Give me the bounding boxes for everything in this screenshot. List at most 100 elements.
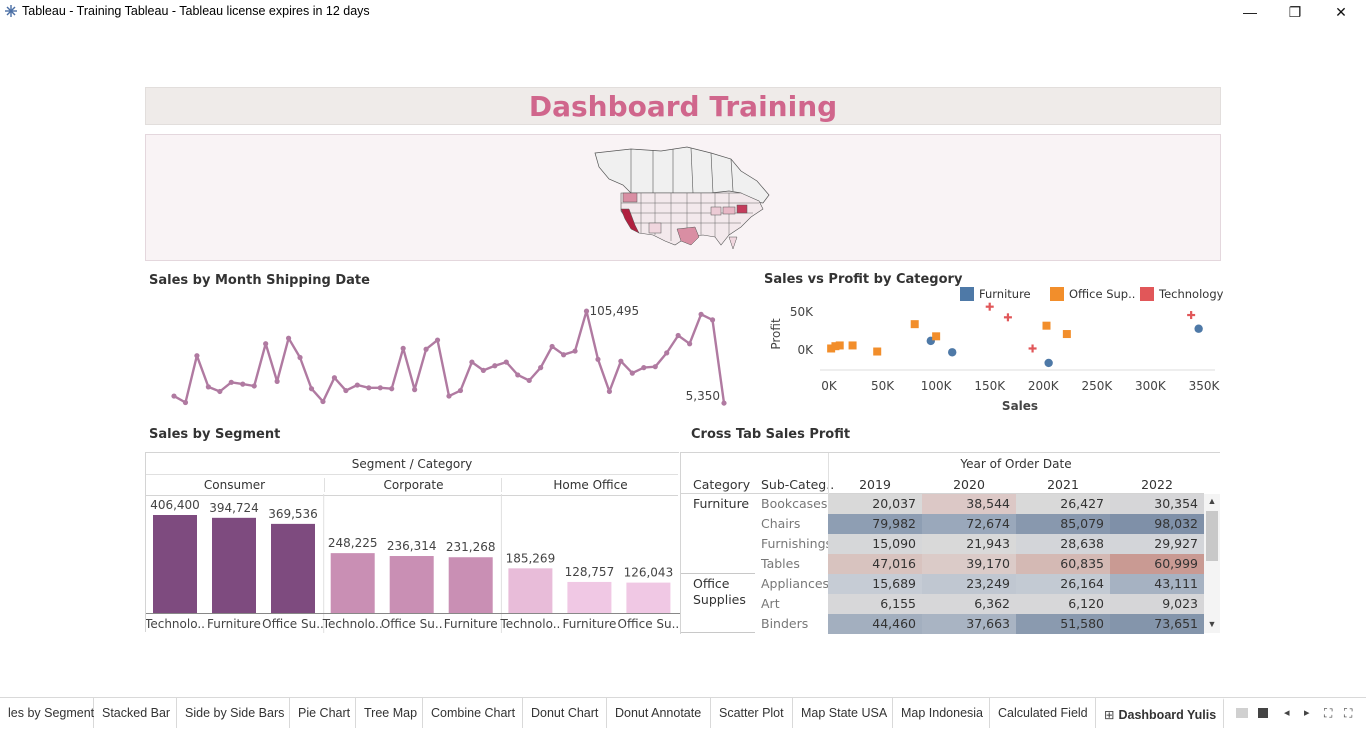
line-point (274, 378, 280, 384)
scroll-down-icon[interactable]: ▼ (1204, 617, 1220, 631)
year-header-2019: 2019 (859, 477, 891, 492)
minimize-button[interactable]: — (1227, 0, 1273, 24)
crosstab-subcategory-header: Sub-Categ.. (761, 477, 835, 492)
tab-calculated-field[interactable]: Calculated Field (990, 698, 1096, 728)
crosstab-cell[interactable]: 51,580 (1016, 614, 1110, 634)
crosstab-cell[interactable]: 15,090 (828, 534, 922, 554)
tab-donut-chart[interactable]: Donut Chart (523, 698, 607, 728)
line-point (595, 356, 601, 362)
crosstab-cell[interactable]: 85,079 (1016, 514, 1110, 534)
line-point (182, 399, 189, 406)
crosstab-panel[interactable]: Year of Order Date Category Sub-Categ.. … (680, 452, 1220, 634)
crosstab-cell[interactable]: 47,016 (828, 554, 922, 574)
crosstab-cell[interactable]: 37,663 (922, 614, 1016, 634)
filmstrip-view-icon[interactable] (1236, 708, 1248, 718)
technology-point (1003, 313, 1012, 322)
scatter-y-tick: 50K (790, 305, 814, 319)
segment-group-headers: Consumer Corporate Home Office (146, 474, 678, 496)
line-point (515, 372, 521, 378)
prev-sheet-icon[interactable]: ◂ (1284, 706, 1290, 719)
crosstab-cell[interactable]: 26,427 (1016, 494, 1110, 514)
crosstab-cell[interactable]: 43,111 (1110, 574, 1204, 594)
scroll-thumb[interactable] (1206, 511, 1218, 561)
close-button[interactable]: ✕ (1318, 0, 1364, 24)
tab-pie-chart[interactable]: Pie Chart (290, 698, 356, 728)
tab-label: Tree Map (364, 706, 418, 720)
furniture-point (948, 348, 957, 357)
crosstab-cell[interactable]: 21,943 (922, 534, 1016, 554)
restore-button[interactable]: ❐ (1272, 0, 1318, 24)
tab-label: Calculated Field (998, 706, 1088, 720)
tab-donut-annotate[interactable]: Donut Annotate (607, 698, 711, 728)
crosstab-cell[interactable]: 9,023 (1110, 594, 1204, 614)
line-point (285, 335, 292, 341)
tab-side-by-side-bars[interactable]: Side by Side Bars (177, 698, 290, 728)
crosstab-cell[interactable]: 98,032 (1110, 514, 1204, 534)
crosstab-cell[interactable]: 15,689 (828, 574, 922, 594)
tab-map-indonesia[interactable]: Map Indonesia (893, 698, 990, 728)
segment-bar (508, 568, 553, 613)
tab-stacked-bar[interactable]: Stacked Bar (94, 698, 177, 728)
scatter-y-tick: 0K (797, 343, 814, 357)
line-point (652, 364, 658, 370)
crosstab-cell[interactable]: 20,037 (828, 494, 922, 514)
crosstab-cell[interactable]: 60,999 (1110, 554, 1204, 574)
crosstab-cell[interactable]: 28,638 (1016, 534, 1110, 554)
crosstab-cell[interactable]: 6,120 (1016, 594, 1110, 614)
line-point (446, 393, 452, 399)
tab-combine-chart[interactable]: Combine Chart (423, 698, 523, 728)
line-point (389, 386, 395, 392)
sales-line-chart[interactable]: 105,495 5,350 (145, 295, 745, 420)
tab-tree-map[interactable]: Tree Map (356, 698, 423, 728)
crosstab-cell[interactable]: 72,674 (922, 514, 1016, 534)
crosstab-cell[interactable]: 6,362 (922, 594, 1016, 614)
fullscreen-icon[interactable]: ⛶ (1344, 706, 1352, 721)
segment-bar-value: 126,043 (624, 566, 674, 580)
tab-sales-by-segment[interactable]: les by Segment (0, 698, 94, 728)
segment-bar-value: 231,268 (446, 540, 496, 554)
crosstab-cell[interactable]: 30,354 (1110, 494, 1204, 514)
tab-label: Combine Chart (431, 706, 516, 720)
sheet-sorter-icon[interactable] (1258, 708, 1268, 718)
crosstab-cell[interactable]: 26,164 (1016, 574, 1110, 594)
segment-bar-category: Office Su.. (262, 617, 324, 631)
window-title-bar: Tableau - Training Tableau - Tableau lic… (0, 0, 1366, 24)
crosstab-cell[interactable]: 29,927 (1110, 534, 1204, 554)
line-point (354, 382, 360, 388)
line-point (263, 341, 269, 347)
tab-map-state-usa[interactable]: Map State USA (793, 698, 893, 728)
crosstab-cell[interactable]: 38,544 (922, 494, 1016, 514)
line-point (320, 398, 326, 405)
segment-bar-category: Technolo.. (322, 617, 383, 631)
crosstab-scrollbar[interactable]: ▲ ▼ (1204, 494, 1220, 633)
scatter-x-tick: 150K (974, 379, 1006, 393)
map-panel[interactable] (145, 134, 1221, 261)
line-point (297, 354, 303, 361)
line-point (503, 359, 509, 365)
crosstab-cell[interactable]: 39,170 (922, 554, 1016, 574)
crosstab-cell[interactable]: 6,155 (828, 594, 922, 614)
north-america-map[interactable] (591, 145, 781, 257)
sales-profit-scatter[interactable]: Profit 50K 0K 0K 50K 100K 150K 200K 250K 300K 350K… (760, 298, 1220, 416)
line-point (343, 387, 349, 394)
crosstab-cell[interactable]: 79,982 (828, 514, 922, 534)
line-point (366, 385, 372, 391)
tab-dashboard-yulis[interactable]: ⊞ Dashboard Yulis (1096, 698, 1224, 728)
tab-label: Map Indonesia (901, 706, 984, 720)
crosstab-cell[interactable]: 44,460 (828, 614, 922, 634)
crosstab-cell[interactable]: 23,249 (922, 574, 1016, 594)
crosstab-cell[interactable]: 60,835 (1016, 554, 1110, 574)
scatter-x-tick: 250K (1081, 379, 1113, 393)
tableau-app-icon (5, 5, 17, 17)
crosstab-subcategory: Binders (761, 616, 809, 631)
tab-scatter-plot[interactable]: Scatter Plot (711, 698, 793, 728)
scatter-x-tick: 50K (871, 379, 895, 393)
next-sheet-icon[interactable]: ▸ (1304, 706, 1310, 719)
technology-point (985, 302, 994, 311)
presentation-mode-icon[interactable]: ⛶ (1324, 706, 1332, 721)
segment-bar-category: Office Su.. (381, 617, 443, 631)
scroll-up-icon[interactable]: ▲ (1204, 494, 1220, 508)
segment-bar-chart[interactable]: 406,400 Technolo.. 394,724 Furniture 369,536… (146, 494, 680, 633)
crosstab-cell[interactable]: 73,651 (1110, 614, 1204, 634)
line-point (629, 370, 635, 376)
